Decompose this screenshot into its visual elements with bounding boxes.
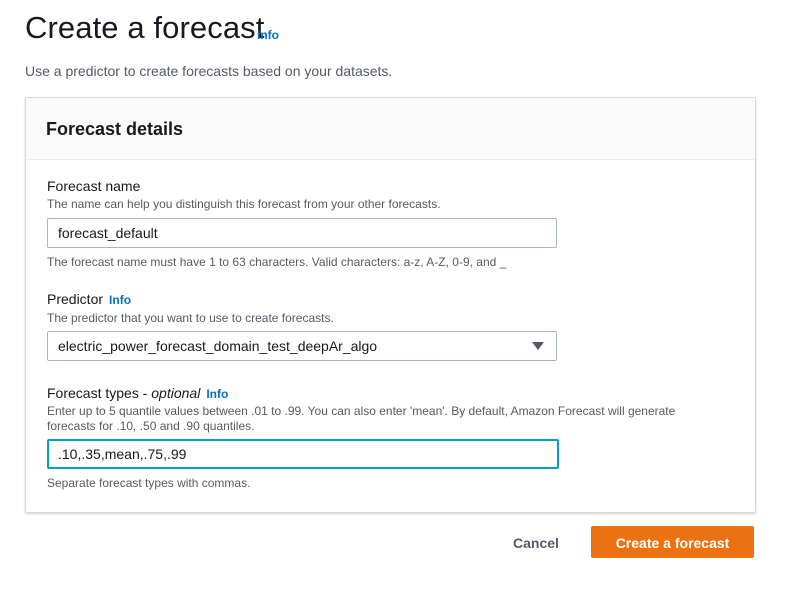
forecast-name-input[interactable] bbox=[47, 218, 557, 248]
create-forecast-page: Create a forecast Info Use a predictor t… bbox=[0, 0, 800, 596]
forecast-name-constraint: The forecast name must have 1 to 63 char… bbox=[47, 255, 507, 269]
title-info-link[interactable]: Info bbox=[257, 28, 279, 42]
forecast-types-info-link[interactable]: Info bbox=[206, 387, 228, 401]
predictor-info-link[interactable]: Info bbox=[109, 293, 131, 307]
forecast-types-hint: Separate forecast types with commas. bbox=[47, 476, 251, 490]
predictor-description: The predictor that you want to use to cr… bbox=[47, 311, 334, 325]
create-forecast-button[interactable]: Create a forecast bbox=[591, 526, 754, 558]
panel-title: Forecast details bbox=[46, 119, 184, 139]
predictor-label: Predictor Info bbox=[47, 291, 131, 307]
optional-label: optional bbox=[151, 385, 201, 401]
forecast-types-description: Enter up to 5 quantile values between .0… bbox=[47, 404, 676, 433]
panel-header: Forecast details bbox=[26, 98, 755, 160]
forecast-types-input[interactable] bbox=[47, 439, 559, 469]
predictor-label-text: Predictor bbox=[47, 291, 104, 307]
forecast-name-description: The name can help you distinguish this f… bbox=[47, 197, 441, 211]
predictor-select[interactable]: electric_power_forecast_domain_test_deep… bbox=[47, 331, 557, 361]
cancel-button[interactable]: Cancel bbox=[500, 526, 572, 558]
predictor-selected-value: electric_power_forecast_domain_test_deep… bbox=[58, 338, 378, 354]
forecast-name-label: Forecast name bbox=[47, 178, 141, 194]
forecast-details-panel: Forecast details Forecast name The name … bbox=[25, 97, 756, 513]
forecast-types-label-text: Forecast types - bbox=[47, 385, 152, 401]
caret-down-icon bbox=[532, 342, 544, 350]
forecast-types-label: Forecast types - optional Info bbox=[47, 385, 228, 401]
page-description: Use a predictor to create forecasts base… bbox=[25, 63, 393, 79]
page-title: Create a forecast bbox=[25, 10, 265, 45]
